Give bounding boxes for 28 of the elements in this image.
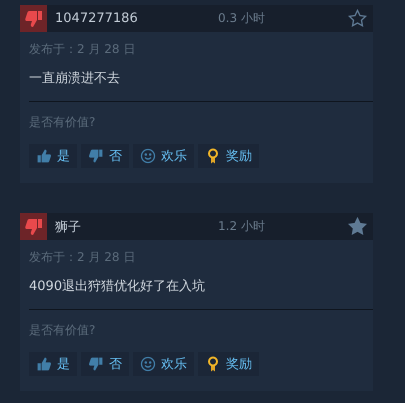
award-button[interactable]: 奖励 bbox=[198, 144, 259, 168]
thumbs-down-icon bbox=[88, 356, 104, 372]
author-name[interactable]: 1047277186 bbox=[55, 11, 175, 26]
thumbs-down-icon bbox=[88, 148, 104, 164]
award-button[interactable]: 奖励 bbox=[198, 352, 259, 376]
funny-button[interactable]: 欢乐 bbox=[133, 144, 194, 168]
author-name[interactable]: 狮子 bbox=[55, 218, 175, 236]
helpful-prompt: 是否有价值? bbox=[29, 322, 96, 339]
award-ribbon-icon bbox=[205, 148, 221, 164]
no-button[interactable]: 否 bbox=[81, 352, 129, 376]
thumbs-up-icon bbox=[36, 148, 52, 164]
posted-date: 发布于：2 月 28 日 bbox=[29, 41, 136, 58]
no-button[interactable]: 否 bbox=[81, 144, 129, 168]
award-ribbon-icon bbox=[205, 356, 221, 372]
smiley-icon bbox=[140, 356, 156, 372]
thumbs-up-icon bbox=[36, 356, 52, 372]
yes-button[interactable]: 是 bbox=[29, 352, 77, 376]
yes-button[interactable]: 是 bbox=[29, 144, 77, 168]
playtime: 0.3 小时 bbox=[217, 10, 266, 27]
playtime: 1.2 小时 bbox=[217, 218, 266, 235]
star-icon[interactable] bbox=[348, 9, 367, 28]
review-text: 4090退出狩猎优化好了在入坑 bbox=[29, 278, 206, 295]
smiley-icon bbox=[140, 148, 156, 164]
star-icon[interactable] bbox=[348, 217, 367, 236]
review-text: 一直崩溃进不去 bbox=[29, 70, 121, 87]
posted-date: 发布于：2 月 28 日 bbox=[29, 249, 136, 266]
funny-button[interactable]: 欢乐 bbox=[133, 352, 194, 376]
helpful-prompt: 是否有价值? bbox=[29, 114, 96, 131]
